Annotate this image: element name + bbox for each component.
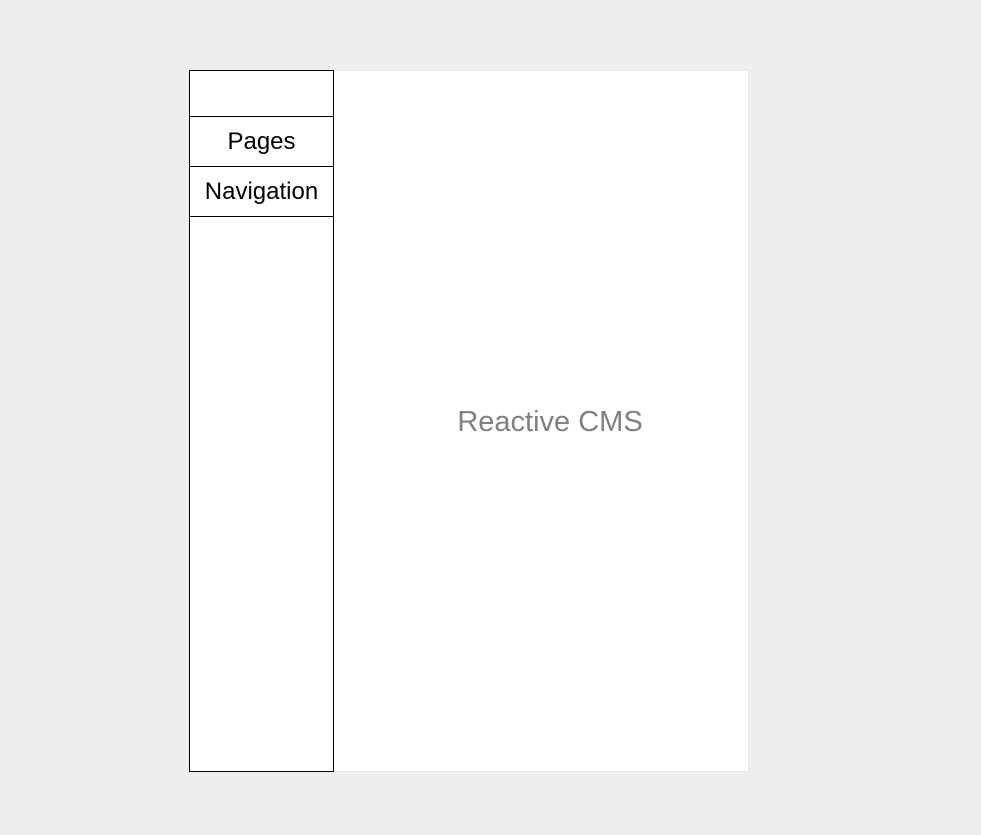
sidebar-header <box>190 71 333 117</box>
sidebar-item-pages[interactable]: Pages <box>190 117 333 167</box>
sidebar-item-label: Navigation <box>204 177 319 205</box>
sidebar-item-label: Pages <box>227 127 296 155</box>
brand-text: Reactive CMS <box>457 405 643 438</box>
sidebar: Pages Navigation <box>189 70 334 772</box>
main-content: Reactive CMS <box>334 70 749 772</box>
app-container: Pages Navigation Reactive CMS <box>189 70 749 772</box>
sidebar-item-navigation[interactable]: Navigation <box>190 167 333 217</box>
